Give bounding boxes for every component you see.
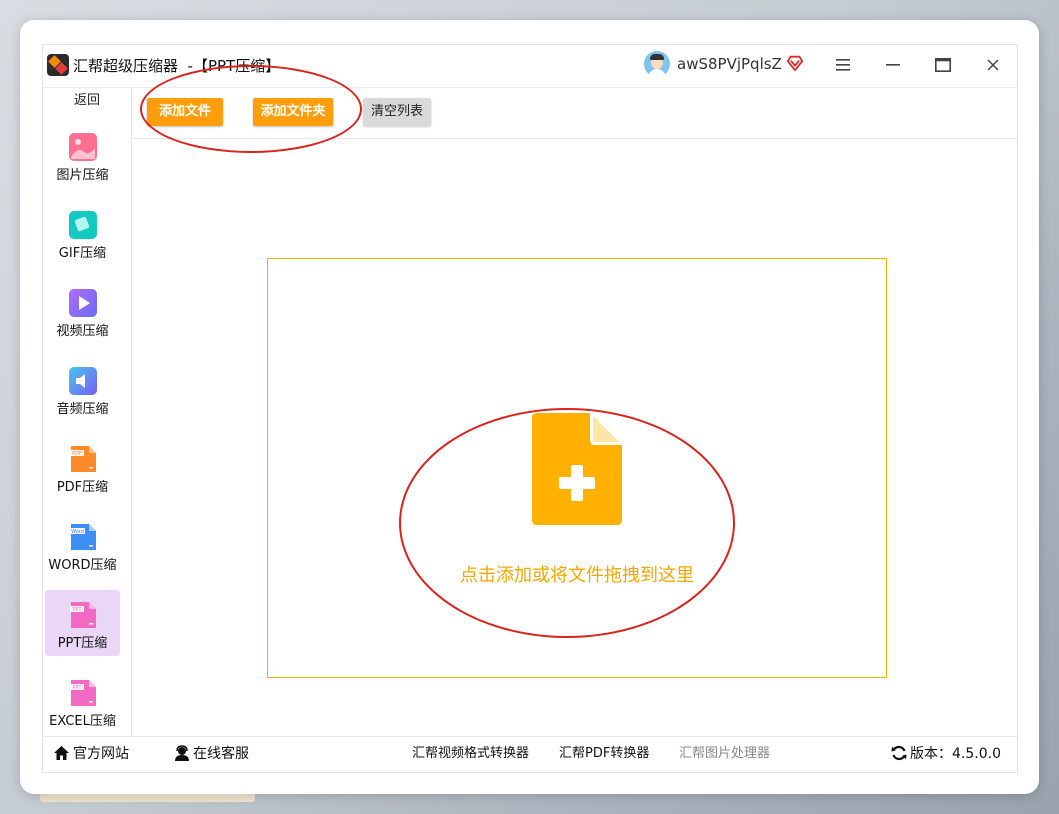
word-file-icon: Word bbox=[70, 524, 96, 550]
bottom-bar: 官方网站 在线客服 汇帮视频格式转换器 汇帮PDF转换器 汇帮图片处理器 版本：… bbox=[43, 736, 1017, 771]
excel-file-icon: PPT bbox=[70, 680, 96, 706]
image-processor-link[interactable]: 汇帮图片处理器 bbox=[679, 737, 770, 771]
online-service-label: 在线客服 bbox=[193, 746, 249, 762]
title-bar: 汇帮超级压缩器 -【PPT压缩】 awS8PVjPqlsZ bbox=[43, 45, 1017, 88]
window-title: 汇帮超级压缩器 -【PPT压缩】 bbox=[73, 57, 281, 75]
user-avatar[interactable] bbox=[644, 51, 670, 77]
sidebar-item-word-compress[interactable]: Word WORD压缩 bbox=[45, 512, 120, 578]
add-file-button[interactable]: 添加文件 bbox=[147, 98, 223, 126]
sidebar-item-image-compress[interactable]: 图片压缩 bbox=[45, 122, 120, 188]
audio-icon bbox=[69, 367, 97, 395]
sidebar-item-gif-compress[interactable]: GIF压缩 bbox=[45, 200, 120, 266]
home-icon bbox=[54, 746, 69, 760]
sidebar-item-label: PPT压缩 bbox=[57, 636, 108, 651]
app-logo-icon bbox=[47, 54, 69, 76]
official-site-label: 官方网站 bbox=[73, 746, 129, 762]
menu-button[interactable] bbox=[827, 51, 859, 79]
svg-text:PPT: PPT bbox=[72, 607, 82, 613]
minimize-icon bbox=[886, 64, 900, 66]
customer-service-icon bbox=[175, 745, 189, 761]
video-converter-link[interactable]: 汇帮视频格式转换器 bbox=[412, 737, 529, 771]
refresh-icon[interactable] bbox=[891, 745, 907, 761]
sidebar-item-video-compress[interactable]: 视频压缩 bbox=[45, 278, 120, 344]
sidebar-item-excel-compress[interactable]: PPT EXCEL压缩 bbox=[45, 668, 120, 734]
vip-diamond-icon[interactable] bbox=[786, 54, 804, 72]
video-icon bbox=[69, 289, 97, 317]
file-drop-zone[interactable]: 点击添加或将文件拖拽到这里 bbox=[267, 258, 887, 678]
online-service-link[interactable]: 在线客服 bbox=[174, 737, 249, 771]
clear-list-button[interactable]: 清空列表 bbox=[363, 98, 431, 126]
sidebar-item-label: 视频压缩 bbox=[56, 324, 109, 339]
drop-hint-text: 点击添加或将文件拖拽到这里 bbox=[460, 565, 694, 586]
add-folder-button[interactable]: 添加文件夹 bbox=[253, 98, 333, 126]
hamburger-menu-icon bbox=[836, 59, 850, 71]
sidebar-item-ppt-compress[interactable]: PPT PPT压缩 bbox=[45, 590, 120, 656]
sidebar-item-audio-compress[interactable]: 音频压缩 bbox=[45, 356, 120, 422]
image-icon bbox=[69, 133, 97, 161]
minimize-button[interactable] bbox=[877, 51, 909, 79]
version-info: 版本：4.5.0.0 bbox=[891, 737, 1001, 771]
pdf-file-icon: PDF bbox=[70, 446, 96, 472]
sidebar-item-label: EXCEL压缩 bbox=[49, 714, 116, 729]
maximize-button[interactable] bbox=[927, 51, 959, 79]
close-icon bbox=[987, 59, 999, 71]
sidebar-item-label: 图片压缩 bbox=[56, 168, 109, 183]
sidebar-item-label: PDF压缩 bbox=[56, 480, 109, 495]
username[interactable]: awS8PVjPqlsZ bbox=[677, 55, 782, 73]
sidebar-item-pdf-compress[interactable]: PDF PDF压缩 bbox=[45, 434, 120, 500]
pdf-converter-link[interactable]: 汇帮PDF转换器 bbox=[559, 737, 649, 771]
toolbar: 添加文件 添加文件夹 清空列表 bbox=[132, 88, 1017, 139]
ppt-file-icon: PPT bbox=[70, 602, 96, 628]
add-file-icon bbox=[532, 413, 622, 525]
official-site-link[interactable]: 官方网站 bbox=[53, 737, 129, 771]
svg-text:PDF: PDF bbox=[72, 451, 82, 457]
sidebar-item-label: WORD压缩 bbox=[48, 558, 117, 573]
sidebar-item-label: 音频压缩 bbox=[56, 402, 109, 417]
gif-icon bbox=[69, 211, 97, 239]
svg-text:PPT: PPT bbox=[72, 685, 82, 691]
back-button[interactable]: 返回 bbox=[43, 88, 131, 114]
app-window: 汇帮超级压缩器 -【PPT压缩】 awS8PVjPqlsZ 返回 图片压缩 GI… bbox=[42, 44, 1018, 773]
maximize-icon bbox=[935, 58, 951, 72]
sidebar-item-label: GIF压缩 bbox=[58, 246, 107, 261]
close-button[interactable] bbox=[977, 51, 1009, 79]
version-label: 版本：4.5.0.0 bbox=[910, 746, 1001, 762]
svg-text:Word: Word bbox=[71, 529, 84, 535]
sidebar: 返回 图片压缩 GIF压缩 视频压缩 音频压缩 PDF PDF压缩 Word W… bbox=[43, 88, 132, 736]
